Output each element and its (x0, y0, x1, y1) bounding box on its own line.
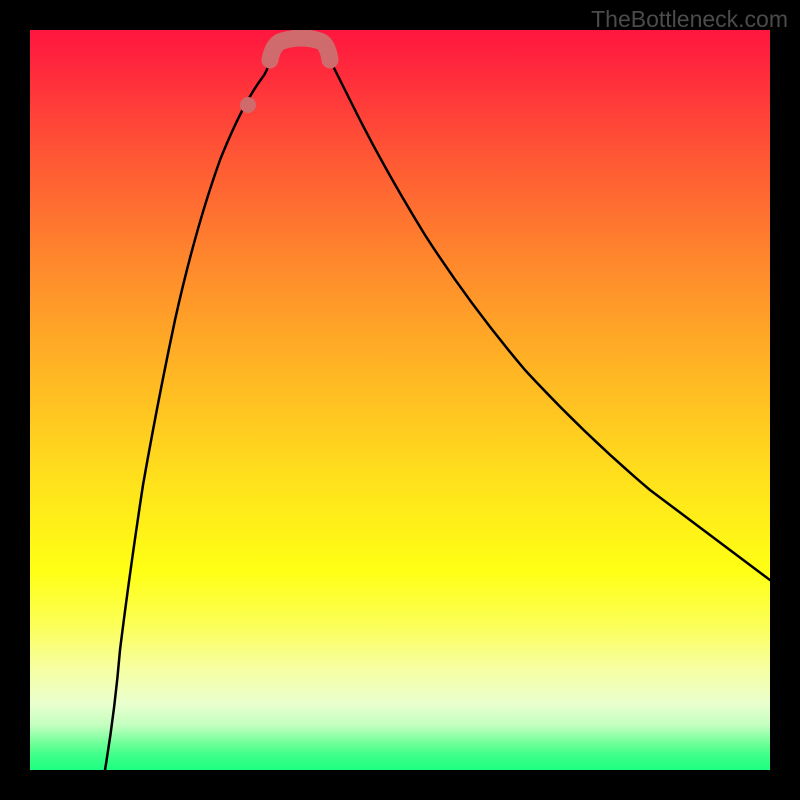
trough-marker-dot (240, 97, 256, 113)
right-branch-curve (330, 60, 770, 580)
plot-area (30, 30, 770, 770)
curve-layer (30, 30, 770, 770)
watermark-text: TheBottleneck.com (591, 6, 788, 33)
trough-marker-path (270, 38, 330, 60)
left-branch-curve (105, 60, 270, 770)
chart-frame: TheBottleneck.com (0, 0, 800, 800)
